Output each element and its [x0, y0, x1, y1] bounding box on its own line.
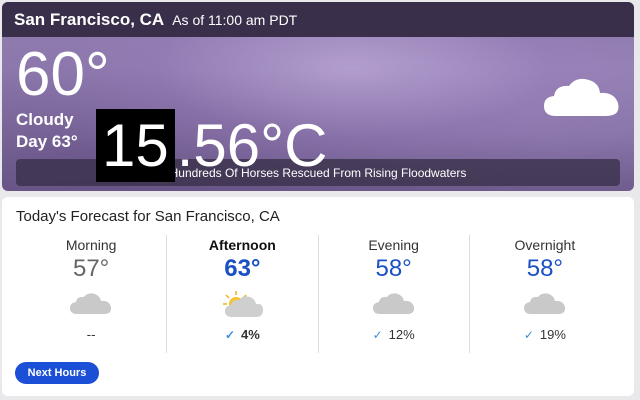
- raindrop-icon: ✓: [224, 327, 235, 342]
- period-name: Evening: [368, 237, 419, 253]
- current-condition: Cloudy: [16, 110, 74, 129]
- period-temp: 58°: [375, 255, 412, 282]
- precip-value: --: [86, 327, 96, 342]
- location-name[interactable]: San Francisco, CA: [14, 10, 164, 30]
- cloud-icon: [542, 76, 622, 127]
- current-temperature: 60°: [16, 40, 110, 109]
- precip-value: 19%: [539, 327, 566, 342]
- cloud-icon: [470, 287, 620, 321]
- next-hours-button[interactable]: Next Hours: [15, 362, 99, 384]
- period-precip: ✓ 19%: [470, 327, 620, 342]
- period-name: Morning: [65, 237, 117, 253]
- overlay-temp-whole: 15: [96, 109, 175, 182]
- period-morning[interactable]: Morning 57° --: [16, 235, 168, 353]
- period-temp: 58°: [526, 255, 564, 282]
- overlay-temp-rest: .56°C: [176, 111, 328, 179]
- period-precip: --: [16, 327, 166, 342]
- period-name: Overnight: [514, 237, 576, 253]
- partly-cloudy-icon: [167, 287, 317, 321]
- period-overnight[interactable]: Overnight 58° ✓ 19%: [470, 235, 620, 353]
- cloud-icon: [319, 287, 469, 321]
- day-high: Day 63°: [16, 132, 78, 151]
- raindrop-icon: ✓: [372, 327, 383, 342]
- precip-value: 4%: [241, 327, 260, 342]
- period-afternoon[interactable]: Afternoon 63° ✓ 4%: [167, 235, 319, 353]
- todays-forecast-card: Today's Forecast for San Francisco, CA M…: [2, 197, 634, 396]
- raindrop-icon: ✓: [523, 327, 534, 342]
- period-name: Afternoon: [208, 237, 276, 253]
- period-precip: ✓ 12%: [319, 327, 469, 342]
- precip-value: 12%: [388, 327, 415, 342]
- period-temp: 57°: [72, 255, 110, 282]
- period-temp: 63°: [224, 255, 261, 282]
- cloud-icon: [16, 287, 166, 321]
- period-precip: ✓ 4%: [167, 327, 317, 342]
- hero-header: San Francisco, CA As of 11:00 am PDT: [2, 2, 634, 37]
- forecast-periods: Morning 57° -- Afternoon 63° ✓ 4% Evenin…: [16, 235, 620, 353]
- temperature-overlay: 15 .56°C: [96, 109, 327, 182]
- forecast-title: Today's Forecast for San Francisco, CA: [16, 208, 280, 225]
- period-evening[interactable]: Evening 58° ✓ 12%: [319, 235, 470, 353]
- as-of-time: As of 11:00 am PDT: [172, 11, 298, 28]
